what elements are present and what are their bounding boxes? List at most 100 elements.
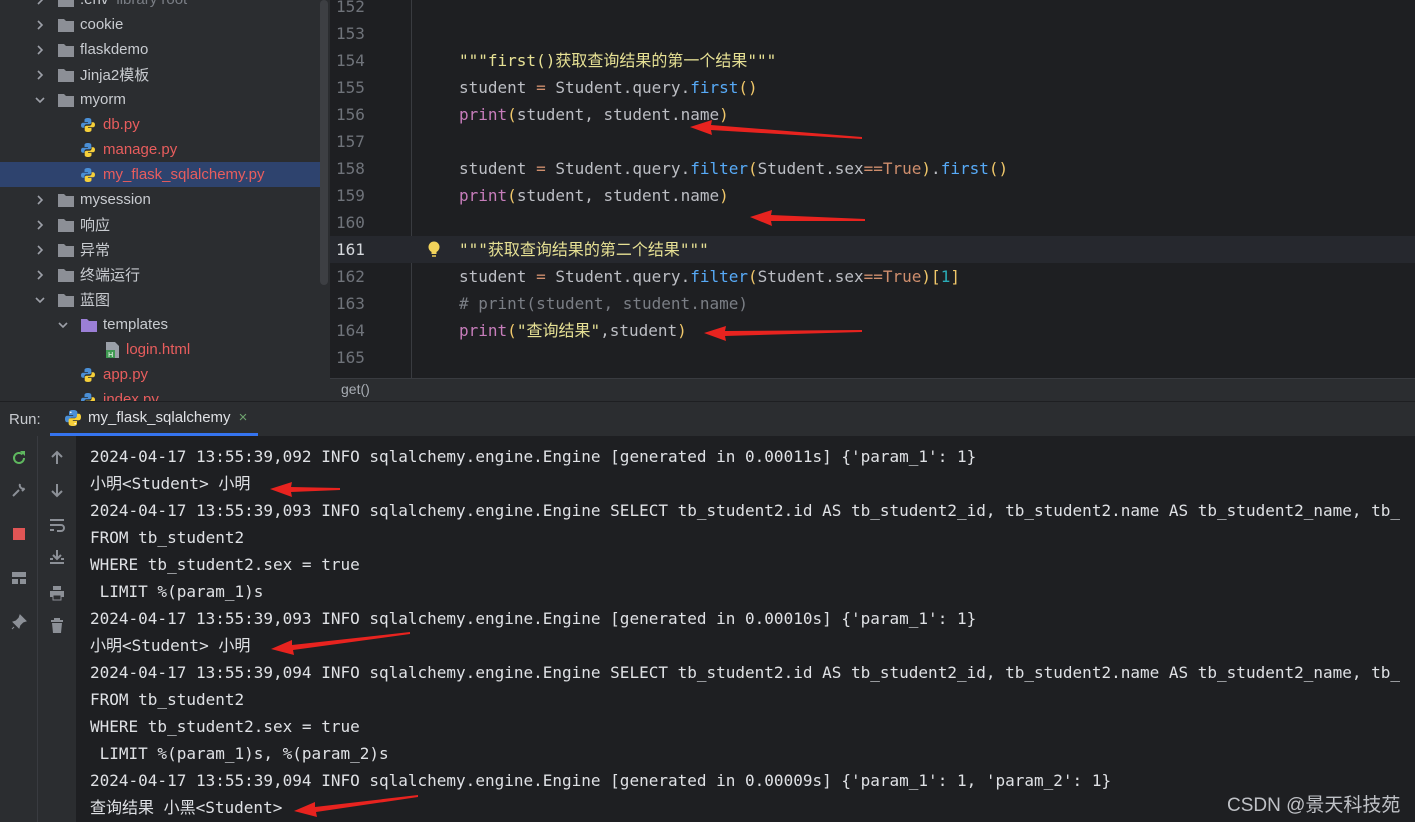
- code-line[interactable]: 158 student = Student.query.filter(Studen…: [330, 155, 1415, 182]
- tree-item-label: 蓝图: [80, 292, 111, 309]
- console-line: 查询结果 小黑<Student>: [90, 798, 283, 817]
- code-token: ): [677, 321, 687, 340]
- chevron-right-icon[interactable]: [33, 268, 47, 282]
- code-line[interactable]: 152: [330, 0, 1415, 20]
- tree-item[interactable]: index.py: [0, 387, 328, 401]
- code-line[interactable]: 159 print(student, student.name): [330, 182, 1415, 209]
- svg-text:H: H: [108, 351, 113, 358]
- chevron-right-icon[interactable]: [33, 43, 47, 57]
- code-line[interactable]: 165: [330, 344, 1415, 371]
- chevron-right-icon[interactable]: [33, 0, 47, 7]
- lightbulb-icon[interactable]: [427, 240, 441, 258]
- chevron-right-icon[interactable]: [33, 68, 47, 82]
- tree-item[interactable]: Hlogin.html: [0, 337, 328, 362]
- chevron-right-icon[interactable]: [33, 243, 47, 257]
- code-token: 1: [940, 267, 951, 286]
- python-icon: [65, 409, 81, 426]
- run-tab-my-flask-sqlalchemy[interactable]: my_flask_sqlalchemy ×: [50, 402, 258, 436]
- code-token: student, student.name: [516, 105, 720, 124]
- run-toolbar-primary: [0, 436, 38, 822]
- tree-item[interactable]: 异常: [0, 237, 328, 262]
- code-line[interactable]: 155 student = Student.query.first(): [330, 74, 1415, 101]
- code-line[interactable]: 160: [330, 209, 1415, 236]
- code-token: =: [536, 78, 546, 97]
- scroll-to-end-icon[interactable]: [45, 545, 69, 569]
- arrow-down-icon[interactable]: [45, 478, 69, 502]
- tree-item-label: app.py: [103, 366, 149, 383]
- console-output[interactable]: 2024-04-17 13:55:39,092 INFO sqlalchemy.…: [76, 436, 1415, 822]
- tree-item[interactable]: db.py: [0, 112, 328, 137]
- console-line: 2024-04-17 13:55:39,092 INFO sqlalchemy.…: [90, 447, 977, 466]
- code-line[interactable]: 164 print("查询结果",student): [330, 317, 1415, 344]
- run-panel-header: Run: my_flask_sqlalchemy ×: [0, 401, 1415, 436]
- code-token: (): [988, 159, 1009, 178]
- code-line[interactable]: 163 # print(student, student.name): [330, 290, 1415, 317]
- tree-item[interactable]: app.py: [0, 362, 328, 387]
- print-icon[interactable]: [45, 581, 69, 605]
- code-line[interactable]: 154 """first()获取查询结果的第一个结果""": [330, 47, 1415, 74]
- code-token: # print(student, student.name): [459, 294, 748, 313]
- code-line[interactable]: 157: [330, 128, 1415, 155]
- code-editor[interactable]: 152 153 154 """first()获取查询结果的第一个结果""" 155 stu…: [330, 0, 1415, 378]
- breadcrumb-item[interactable]: get(): [341, 381, 370, 397]
- code-token: student: [459, 78, 537, 97]
- stop-icon[interactable]: [7, 522, 31, 546]
- code-text: print(student, student.name): [459, 182, 729, 209]
- code-token: (: [507, 105, 517, 124]
- tree-item[interactable]: 终端运行: [0, 262, 328, 287]
- folder-icon: [80, 317, 98, 333]
- tree-item[interactable]: 蓝图: [0, 287, 328, 312]
- code-token: "查询结果": [516, 321, 601, 340]
- tree-item[interactable]: .env library root: [0, 0, 328, 12]
- pin-icon[interactable]: [7, 610, 31, 634]
- chevron-right-icon[interactable]: [33, 18, 47, 32]
- rerun-icon[interactable]: [7, 446, 31, 470]
- folder-icon: [57, 242, 75, 258]
- chevron-down-icon[interactable]: [33, 93, 47, 107]
- tree-item[interactable]: mysession: [0, 187, 328, 212]
- console-line: 2024-04-17 13:55:39,093 INFO sqlalchemy.…: [90, 501, 1401, 520]
- code-line[interactable]: 156 print(student, student.name): [330, 101, 1415, 128]
- breadcrumb[interactable]: get(): [330, 378, 1415, 401]
- tree-item[interactable]: Jinja2模板: [0, 62, 328, 87]
- code-line[interactable]: 153: [330, 20, 1415, 47]
- arrow-up-icon[interactable]: [45, 446, 69, 470]
- tree-item[interactable]: flaskdemo: [0, 37, 328, 62]
- python-file-icon: [80, 167, 98, 183]
- tree-item[interactable]: templates: [0, 312, 328, 337]
- code-token: Student.query.: [545, 267, 691, 286]
- code-token: ==: [863, 159, 883, 178]
- wrench-icon[interactable]: [7, 478, 31, 502]
- tree-scrollbar[interactable]: [320, 0, 328, 285]
- python-file-icon: [80, 367, 98, 383]
- close-icon[interactable]: ×: [239, 409, 248, 426]
- run-toolbar-secondary: [38, 436, 76, 822]
- tree-item[interactable]: my_flask_sqlalchemy.py: [0, 162, 328, 187]
- code-token: Student.query.: [545, 159, 691, 178]
- code-text: # print(student, student.name): [459, 290, 748, 317]
- tree-item[interactable]: manage.py: [0, 137, 328, 162]
- tree-item-label: index.py: [103, 391, 159, 401]
- line-number: 158: [336, 159, 365, 178]
- tree-item-label: 终端运行: [80, 267, 141, 284]
- code-line[interactable]: 161 """获取查询结果的第二个结果""": [330, 236, 1415, 263]
- chevron-right-icon[interactable]: [33, 193, 47, 207]
- soft-wrap-icon[interactable]: [45, 513, 69, 537]
- code-token: Student.sex: [757, 159, 864, 178]
- chevron-down-icon[interactable]: [33, 293, 47, 307]
- code-text: """first()获取查询结果的第一个结果""": [459, 47, 776, 74]
- tree-item[interactable]: 响应: [0, 212, 328, 237]
- trash-icon[interactable]: [45, 614, 69, 638]
- line-number: 152: [336, 0, 365, 16]
- tree-item[interactable]: cookie: [0, 12, 328, 37]
- chevron-down-icon[interactable]: [56, 318, 70, 332]
- code-token: """获取查询结果的第二个结果""": [459, 240, 709, 259]
- console-line: 小明<Student> 小明: [90, 636, 251, 655]
- layout-icon[interactable]: [7, 566, 31, 590]
- tree-item[interactable]: myorm: [0, 87, 328, 112]
- python-file-icon: [80, 142, 98, 158]
- chevron-right-icon[interactable]: [33, 218, 47, 232]
- tree-item-label: 异常: [80, 242, 111, 259]
- code-token: =: [536, 159, 546, 178]
- code-line[interactable]: 162 student = Student.query.filter(Studen…: [330, 263, 1415, 290]
